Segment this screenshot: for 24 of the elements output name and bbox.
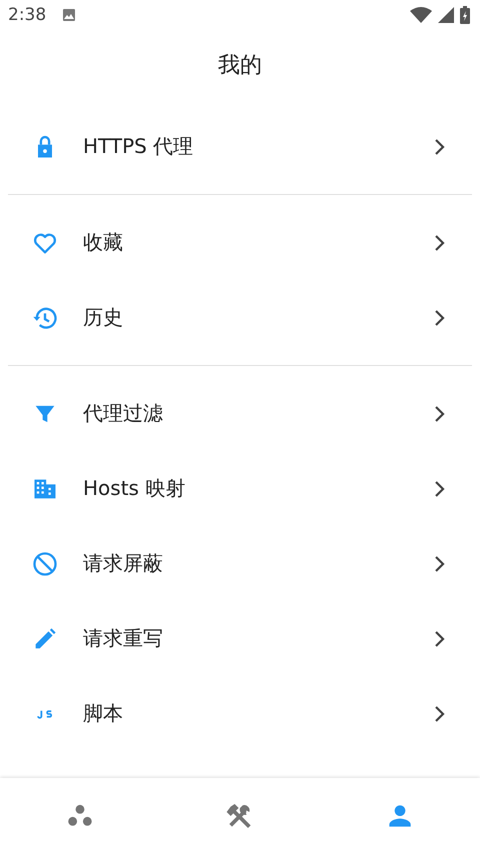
menu-item[interactable]: 代理过滤 xyxy=(8,376,472,451)
image-icon xyxy=(62,8,76,22)
wifi-icon xyxy=(410,7,432,23)
menu-item[interactable]: HTTPS 代理 xyxy=(8,109,472,184)
chevron-icon xyxy=(434,308,446,326)
menu-item[interactable]: 历史 xyxy=(8,280,472,355)
chevron-icon xyxy=(434,554,446,572)
chevron-icon xyxy=(434,234,446,252)
menu-item[interactable]: 收藏 xyxy=(8,205,472,280)
page-title: 我的 xyxy=(218,52,262,80)
chevron-icon xyxy=(434,480,446,498)
battery-icon xyxy=(460,6,470,24)
menu-item[interactable]: 脚本 xyxy=(8,676,472,751)
menu-item[interactable]: Hosts 映射 xyxy=(8,451,472,526)
script-icon xyxy=(37,708,53,718)
menu-item[interactable]: 请求屏蔽 xyxy=(8,526,472,601)
chevron-icon xyxy=(434,404,446,422)
chevron-icon xyxy=(434,138,446,156)
chevron-icon xyxy=(434,630,446,648)
signal-icon xyxy=(438,7,454,23)
block-icon xyxy=(31,550,59,578)
menu-item[interactable]: 请求重写 xyxy=(8,601,472,676)
chevron-icon xyxy=(434,704,446,722)
status-time: 2:38 xyxy=(8,5,46,25)
